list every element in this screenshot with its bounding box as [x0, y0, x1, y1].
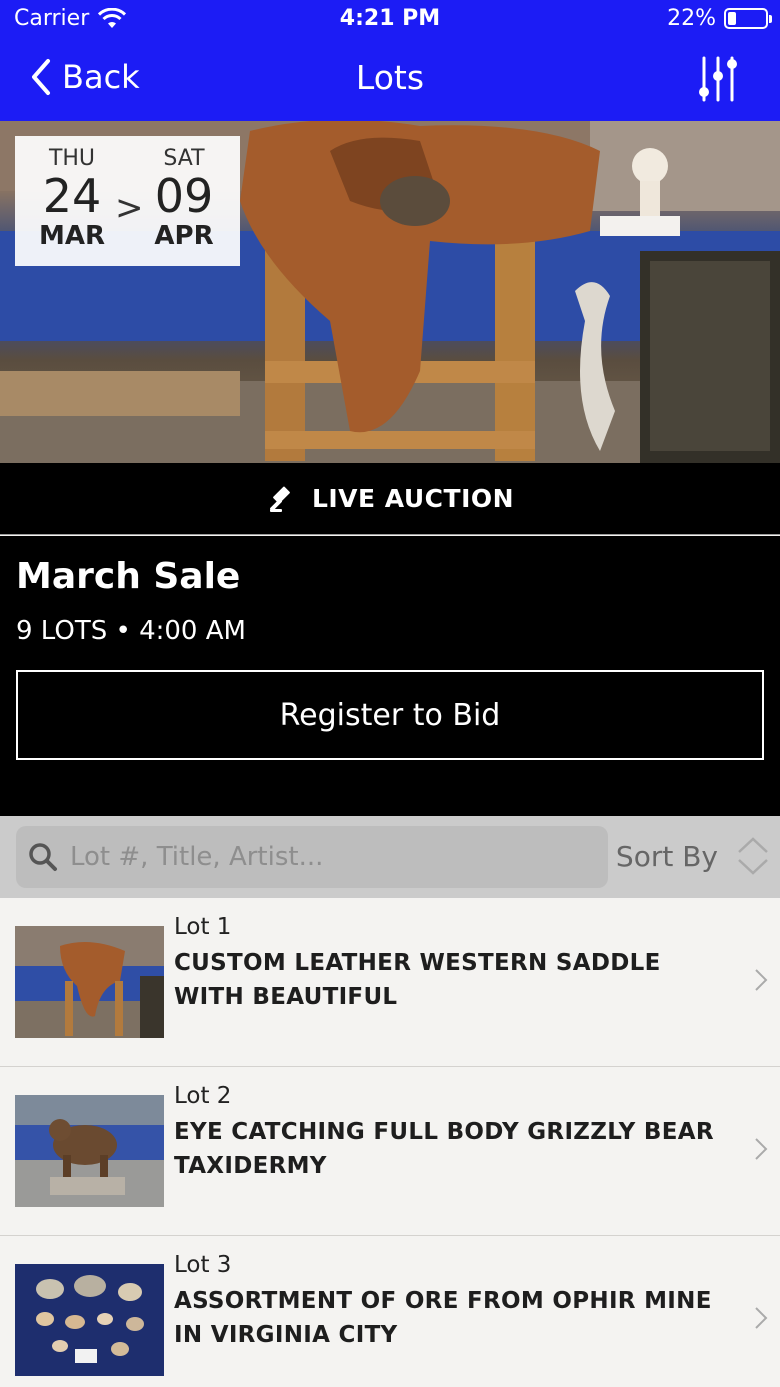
- chevron-right-icon: [755, 1138, 768, 1160]
- search-bar: Sort By: [0, 816, 780, 898]
- lot-number: Lot 2: [174, 1083, 232, 1109]
- end-date: SAT 09 APR: [139, 146, 229, 251]
- lot-title: EYE CATCHING FULL BODY GRIZZLY BEAR TAXI…: [174, 1119, 714, 1179]
- register-to-bid-button[interactable]: Register to Bid: [16, 670, 764, 760]
- lot-row-2[interactable]: Lot 2 EYE CATCHING FULL BODY GRIZZLY BEA…: [0, 1067, 780, 1236]
- filter-button[interactable]: [694, 54, 744, 104]
- hero-image: THU 24 MAR > SAT 09 APR: [0, 121, 780, 463]
- register-label: Register to Bid: [279, 697, 501, 733]
- lot-thumbnail: [15, 926, 164, 1038]
- status-time: 4:21 PM: [339, 6, 441, 31]
- page-title: Lots: [355, 58, 425, 97]
- sale-title: March Sale: [16, 556, 241, 597]
- status-bar: Carrier 4:21 PM 22%: [0, 0, 780, 40]
- lot-photo-bear: [15, 1095, 164, 1207]
- end-month: APR: [154, 221, 214, 251]
- start-day: THU: [48, 146, 96, 171]
- lot-row-3[interactable]: Lot 3 ASSORTMENT OF ORE FROM OPHIR MINE …: [0, 1236, 780, 1387]
- battery-fill: [728, 12, 736, 25]
- battery-icon: [724, 8, 772, 29]
- sort-arrows-icon: [738, 837, 768, 875]
- lot-photo-ore: [15, 1264, 164, 1376]
- search-icon: [29, 843, 57, 871]
- start-date: THU 24 MAR: [27, 146, 117, 251]
- lot-thumbnail: [15, 1095, 164, 1207]
- search-input[interactable]: [70, 842, 590, 872]
- end-day: SAT: [163, 146, 205, 171]
- top-bar: Carrier 4:21 PM 22% Back Lots: [0, 0, 780, 121]
- lot-thumbnail: [15, 1264, 164, 1376]
- live-auction-label: LIVE AUCTION: [311, 484, 515, 513]
- lot-title: CUSTOM LEATHER WESTERN SADDLE WITH BEAUT…: [174, 950, 661, 1010]
- battery-indicator: 22%: [667, 6, 772, 31]
- lot-number: Lot 3: [174, 1252, 232, 1278]
- sliders-icon: [699, 56, 737, 102]
- live-auction-banner: LIVE AUCTION: [0, 463, 780, 535]
- nav-bar: Back Lots: [0, 40, 780, 121]
- lots-list: Lot 1 CUSTOM LEATHER WESTERN SADDLE WITH…: [0, 898, 780, 1387]
- chevron-right-icon: [755, 1307, 768, 1329]
- end-date-number: 09: [154, 169, 214, 223]
- lot-photo-saddle: [15, 926, 164, 1038]
- lot-row-1[interactable]: Lot 1 CUSTOM LEATHER WESTERN SADDLE WITH…: [0, 898, 780, 1067]
- sale-meta: 9 LOTS • 4:00 AM: [16, 616, 246, 646]
- gavel-icon: [269, 486, 290, 512]
- sort-by-button[interactable]: Sort By: [616, 836, 770, 876]
- chevron-right-icon: [755, 969, 768, 991]
- lot-title: ASSORTMENT OF ORE FROM OPHIR MINE IN VIR…: [174, 1288, 712, 1348]
- date-range-card: THU 24 MAR > SAT 09 APR: [15, 136, 240, 266]
- search-box[interactable]: [16, 826, 608, 888]
- start-date-number: 24: [42, 169, 102, 223]
- sort-by-label: Sort By: [615, 839, 718, 873]
- sale-info: March Sale 9 LOTS • 4:00 AM Register to …: [0, 536, 780, 816]
- start-month: MAR: [38, 221, 105, 251]
- battery-percent: 22%: [667, 6, 716, 31]
- lot-number: Lot 1: [174, 914, 232, 940]
